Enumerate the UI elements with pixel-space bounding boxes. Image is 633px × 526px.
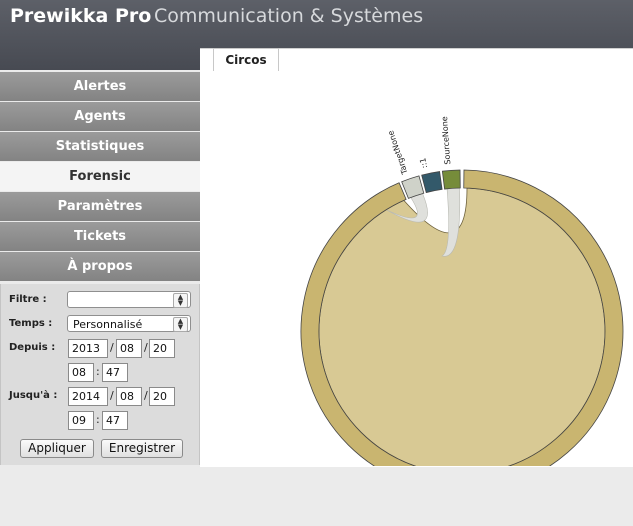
label-source-none: SourceNone [440, 116, 452, 165]
chord-self-127-0-0-1 [318, 187, 606, 466]
chevron-updown-icon: ▲ ▼ [173, 317, 188, 332]
main-menu: Alertes Agents Statistiques Forensic Par… [0, 72, 200, 282]
jusqua-minute-input[interactable]: 47 [102, 411, 128, 430]
menu-item-forensic[interactable]: Forensic [0, 162, 200, 191]
chord-ipv6-local [426, 189, 445, 223]
temps-value: Personnalisé [73, 318, 143, 331]
menu-item-alertes[interactable]: Alertes [0, 72, 200, 101]
depuis-day-input[interactable]: 20 [149, 339, 175, 358]
company-subtitle: Communication & Systèmes [154, 5, 424, 27]
chevron-updown-icon: ▲ ▼ [173, 293, 188, 308]
date-separator: / [110, 341, 114, 354]
date-separator: / [144, 389, 148, 402]
menu-item-agents[interactable]: Agents [0, 102, 200, 131]
circos-group: 127.0.0.1TargetNone::1SourceNone [300, 116, 624, 466]
depuis-label: Depuis : [9, 342, 56, 353]
jusqua-label: Jusqu'à : [9, 390, 58, 401]
date-separator: / [110, 389, 114, 402]
save-button[interactable]: Enregistrer [101, 439, 183, 458]
brand-title: Prewikka Pro [10, 5, 152, 27]
menu-item-tickets[interactable]: Tickets [0, 222, 200, 251]
jusqua-year-input[interactable]: 2014 [68, 387, 108, 406]
date-separator: / [144, 341, 148, 354]
depuis-minute-input[interactable]: 47 [102, 363, 128, 382]
temps-label: Temps : [9, 318, 53, 329]
label-ipv6-local: ::1 [418, 157, 429, 169]
menu-item-parametres[interactable]: Paramètres [0, 192, 200, 221]
menu-item-statistiques[interactable]: Statistiques [0, 132, 200, 161]
circos-chart: 127.0.0.1TargetNone::1SourceNone [300, 116, 624, 466]
tab-circos[interactable]: Circos [213, 48, 279, 71]
depuis-hour-input[interactable]: 08 [68, 363, 94, 382]
apply-button[interactable]: Appliquer [20, 439, 94, 458]
filtre-select[interactable]: ▲ ▼ [67, 291, 191, 308]
filter-panel: Filtre : ▲ ▼ Temps : Personnalisé ▲ ▼ Depu… [0, 284, 200, 465]
menu-item-a-propos[interactable]: À propos [0, 252, 200, 281]
depuis-month-input[interactable]: 08 [116, 339, 142, 358]
segment-ipv6-local [421, 171, 443, 194]
temps-select[interactable]: Personnalisé ▲ ▼ [67, 315, 191, 332]
jusqua-month-input[interactable]: 08 [116, 387, 142, 406]
time-separator: : [96, 365, 100, 378]
filtre-label: Filtre : [9, 294, 47, 305]
segment-source-none [441, 169, 461, 190]
label-target-none: TargetNone [386, 129, 410, 176]
depuis-year-input[interactable]: 2013 [68, 339, 108, 358]
time-separator: : [96, 413, 100, 426]
jusqua-hour-input[interactable]: 09 [68, 411, 94, 430]
jusqua-day-input[interactable]: 20 [149, 387, 175, 406]
